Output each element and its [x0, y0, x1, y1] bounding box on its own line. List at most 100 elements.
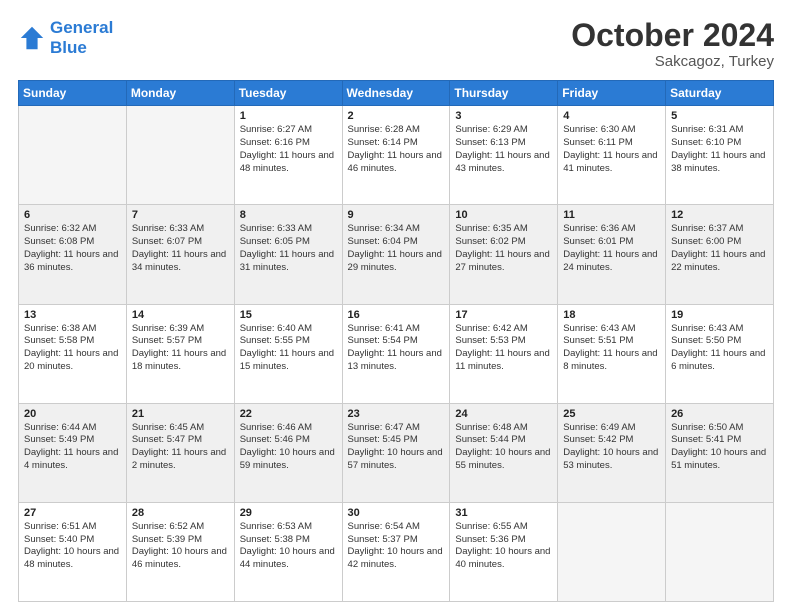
sunrise-label: Sunrise:	[132, 422, 167, 433]
calendar-day-cell: 30Sunrise: 6:54 AMSunset: 5:37 PMDayligh…	[342, 502, 450, 601]
sunrise-label: Sunrise:	[455, 323, 490, 334]
day-number: 25	[563, 408, 660, 420]
day-info: Sunrise: 6:35 AMSunset: 6:02 PMDaylight:…	[455, 223, 552, 274]
daylight-label: Daylight:	[24, 546, 61, 557]
day-number: 14	[132, 309, 229, 321]
calendar-week-row: 1Sunrise: 6:27 AMSunset: 6:16 PMDaylight…	[19, 106, 774, 205]
day-number: 26	[671, 408, 768, 420]
calendar-day-cell: 17Sunrise: 6:42 AMSunset: 5:53 PMDayligh…	[450, 304, 558, 403]
daylight-label: Daylight:	[455, 150, 492, 161]
daylight-label: Daylight:	[240, 348, 277, 359]
calendar-table: SundayMondayTuesdayWednesdayThursdayFrid…	[18, 80, 774, 602]
day-number: 9	[348, 209, 445, 221]
day-number: 24	[455, 408, 552, 420]
sunrise-label: Sunrise:	[455, 223, 490, 234]
day-info: Sunrise: 6:44 AMSunset: 5:49 PMDaylight:…	[24, 422, 121, 473]
calendar-day-cell: 29Sunrise: 6:53 AMSunset: 5:38 PMDayligh…	[234, 502, 342, 601]
header: General Blue October 2024 Sakcagoz, Turk…	[18, 18, 774, 70]
day-number: 3	[455, 110, 552, 122]
calendar-day-cell: 31 Sunrise: 6:55 AMSunset: 5:36 PMDayligh…	[450, 502, 558, 601]
sunrise-label: Sunrise:	[240, 422, 275, 433]
day-info: Sunrise: 6:39 AMSunset: 5:57 PMDaylight:…	[132, 323, 229, 374]
sunset-label: Sunset:	[455, 335, 487, 346]
day-number: 27	[24, 507, 121, 519]
calendar-day-cell: 13 Sunrise: 6:38 AMSunset: 5:58 PMDayligh…	[19, 304, 127, 403]
title-block: October 2024 Sakcagoz, Turkey	[571, 18, 774, 70]
sunrise-label: Sunrise:	[240, 521, 275, 532]
daylight-label: Daylight:	[563, 150, 600, 161]
sunrise-label: Sunrise:	[563, 422, 598, 433]
daylight-label: Daylight:	[24, 447, 61, 458]
day-of-week-header: Tuesday	[234, 81, 342, 106]
day-number: 30	[348, 507, 445, 519]
calendar-day-cell: 12Sunrise: 6:37 AMSunset: 6:00 PMDayligh…	[666, 205, 774, 304]
sunrise-label: Sunrise:	[24, 323, 59, 334]
calendar-day-cell: 9Sunrise: 6:34 AMSunset: 6:04 PMDaylight…	[342, 205, 450, 304]
sunrise-label: Sunrise:	[240, 223, 275, 234]
calendar-day-cell	[126, 106, 234, 205]
day-number: 5	[671, 110, 768, 122]
day-info: Sunrise: 6:55 AMSunset: 5:36 PMDaylight:…	[455, 521, 552, 572]
sunset-label: Sunset:	[240, 236, 272, 247]
day-info: Sunrise: 6:33 AMSunset: 6:05 PMDaylight:…	[240, 223, 337, 274]
sunrise-label: Sunrise:	[671, 422, 706, 433]
sunrise-label: Sunrise:	[24, 422, 59, 433]
day-number: 31	[455, 507, 552, 519]
calendar-day-cell: 21Sunrise: 6:45 AMSunset: 5:47 PMDayligh…	[126, 403, 234, 502]
sunset-label: Sunset:	[240, 534, 272, 545]
day-of-week-header: Wednesday	[342, 81, 450, 106]
daylight-label: Daylight:	[348, 447, 385, 458]
sunrise-label: Sunrise:	[455, 422, 490, 433]
calendar-day-cell: 24Sunrise: 6:48 AMSunset: 5:44 PMDayligh…	[450, 403, 558, 502]
sunset-label: Sunset:	[132, 335, 164, 346]
sunset-label: Sunset:	[348, 236, 380, 247]
day-number: 10	[455, 209, 552, 221]
daylight-label: Daylight:	[348, 150, 385, 161]
sunset-label: Sunset:	[348, 434, 380, 445]
sunrise-label: Sunrise:	[132, 521, 167, 532]
daylight-label: Daylight:	[132, 348, 169, 359]
calendar-day-cell	[666, 502, 774, 601]
sunset-label: Sunset:	[132, 534, 164, 545]
calendar-day-cell: 1Sunrise: 6:27 AMSunset: 6:16 PMDaylight…	[234, 106, 342, 205]
sunset-label: Sunset:	[455, 434, 487, 445]
calendar-day-cell: 15Sunrise: 6:40 AMSunset: 5:55 PMDayligh…	[234, 304, 342, 403]
day-info: Sunrise: 6:32 AMSunset: 6:08 PMDaylight:…	[24, 223, 121, 274]
calendar-day-cell: 28Sunrise: 6:52 AMSunset: 5:39 PMDayligh…	[126, 502, 234, 601]
sunrise-label: Sunrise:	[348, 323, 383, 334]
daylight-label: Daylight:	[24, 249, 61, 260]
day-info: Sunrise: 6:46 AMSunset: 5:46 PMDaylight:…	[240, 422, 337, 473]
daylight-label: Daylight:	[455, 249, 492, 260]
calendar-day-cell: 8 Sunrise: 6:33 AMSunset: 6:05 PMDaylight…	[234, 205, 342, 304]
sunrise-label: Sunrise:	[348, 422, 383, 433]
day-number: 18	[563, 309, 660, 321]
sunrise-label: Sunrise:	[455, 124, 490, 135]
sunrise-label: Sunrise:	[132, 323, 167, 334]
daylight-label: Daylight:	[455, 546, 492, 557]
day-number: 12	[671, 209, 768, 221]
sunrise-label: Sunrise:	[24, 223, 59, 234]
sunset-label: Sunset:	[671, 137, 703, 148]
day-number: 13	[24, 309, 121, 321]
daylight-label: Daylight:	[348, 249, 385, 260]
day-of-week-header: Thursday	[450, 81, 558, 106]
day-number: 1	[240, 110, 337, 122]
sunrise-label: Sunrise:	[671, 223, 706, 234]
day-info: Sunrise: 6:40 AMSunset: 5:55 PMDaylight:…	[240, 323, 337, 374]
sunset-label: Sunset:	[563, 434, 595, 445]
day-info: Sunrise: 6:38 AMSunset: 5:58 PMDaylight:…	[24, 323, 121, 374]
day-number: 23	[348, 408, 445, 420]
daylight-label: Daylight:	[132, 546, 169, 557]
day-number: 8	[240, 209, 337, 221]
sunset-label: Sunset:	[348, 534, 380, 545]
calendar-day-cell	[558, 502, 666, 601]
day-number: 17	[455, 309, 552, 321]
calendar-week-row: 20Sunrise: 6:44 AMSunset: 5:49 PMDayligh…	[19, 403, 774, 502]
day-number: 28	[132, 507, 229, 519]
sunrise-label: Sunrise:	[240, 124, 275, 135]
day-info: Sunrise: 6:36 AMSunset: 6:01 PMDaylight:…	[563, 223, 660, 274]
day-of-week-header: Sunday	[19, 81, 127, 106]
sunrise-label: Sunrise:	[240, 323, 275, 334]
daylight-label: Daylight:	[132, 249, 169, 260]
daylight-label: Daylight:	[671, 447, 708, 458]
